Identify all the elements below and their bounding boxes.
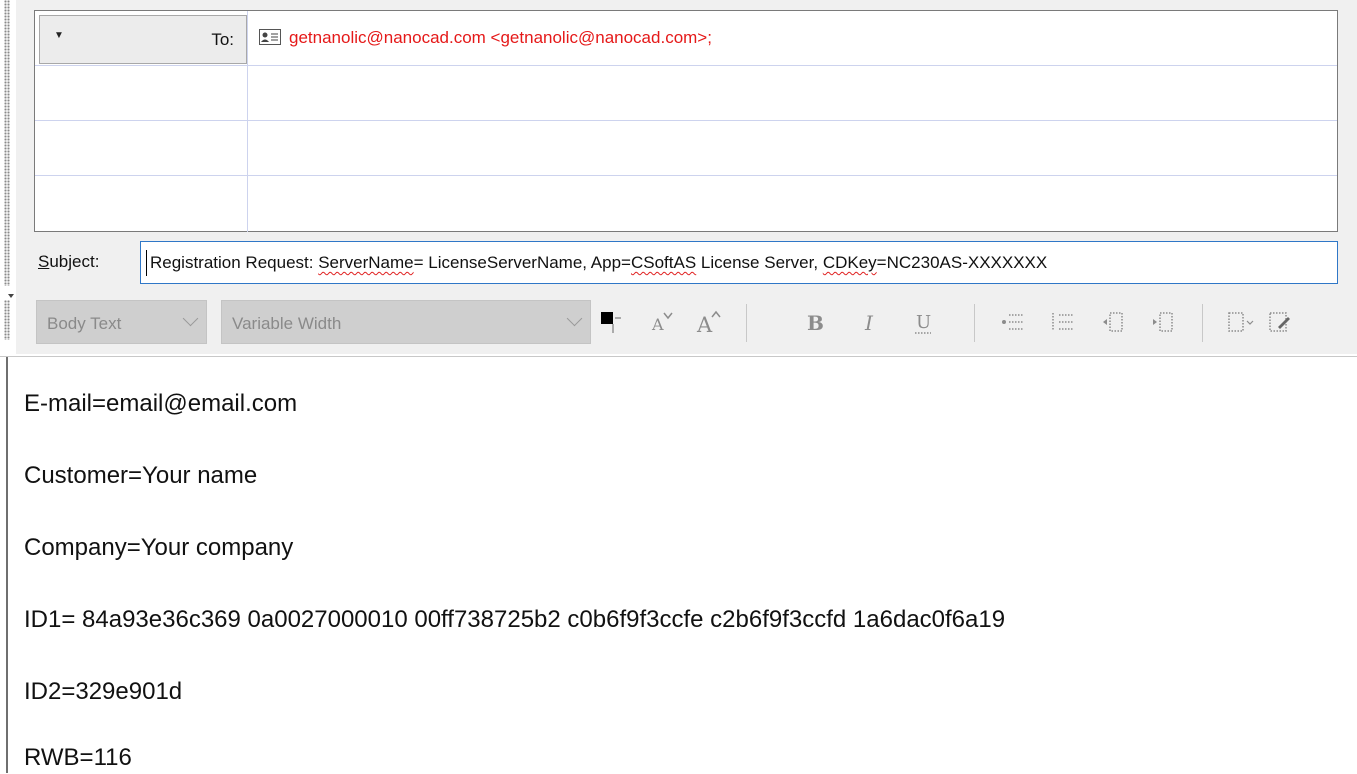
increase-indent-icon [1153, 312, 1173, 332]
subject-segment: =NC230AS-XXXXXXX [876, 253, 1048, 272]
numbering-button[interactable] [1046, 304, 1080, 340]
font-color-icon [601, 312, 621, 333]
numbering-icon [1052, 313, 1073, 331]
decrease-indent-icon [1103, 312, 1123, 332]
subject-label-accesskey: S [38, 252, 50, 271]
underline-icon: U [915, 312, 931, 334]
recipient-type-cell: ▼ To: [35, 11, 248, 65]
toolbar-chevron-icon[interactable] [8, 294, 14, 298]
insert-button[interactable] [1262, 304, 1296, 340]
body-line-company: Company=Your company [24, 534, 294, 561]
body-border [6, 357, 8, 773]
style-select[interactable]: Body Text [36, 300, 207, 344]
bold-icon: B [807, 311, 824, 335]
formatting-grip[interactable] [4, 300, 10, 340]
subject-input[interactable]: Registration Request: ServerName= Licens… [140, 241, 1338, 284]
recipient-row-empty[interactable] [35, 121, 1337, 176]
recipient-type-cell [35, 66, 248, 120]
subject-label: Subject: [38, 252, 99, 272]
body-line-customer: Customer=Your name [24, 462, 258, 489]
italic-button[interactable]: I [854, 304, 888, 340]
grow-font-button[interactable]: A [692, 304, 726, 340]
toolbar-separator [974, 304, 975, 342]
body-line-id1: ID1= 84a93e36c369 0a0027000010 00ff73872… [24, 606, 1006, 633]
toolbar-separator [746, 304, 747, 342]
recipient-row-empty[interactable] [35, 66, 1337, 121]
toolbar-grip[interactable] [4, 0, 10, 286]
italic-icon: I [864, 311, 874, 335]
contact-card-icon [259, 29, 281, 45]
bullets-button[interactable] [996, 304, 1030, 340]
decrease-indent-button[interactable] [1096, 304, 1130, 340]
formatting-toolbar: Body Text Variable Width A A B I U [16, 292, 1357, 354]
subject-segment-misspelled: CSoftAS [630, 253, 697, 272]
subject-segment-misspelled: ServerName [318, 253, 414, 272]
shrink-font-button[interactable]: A [644, 304, 678, 340]
body-line-id2: ID2=329e901d [24, 678, 183, 705]
insert-icon [1269, 312, 1290, 332]
chevron-down-icon [182, 310, 199, 327]
chevron-down-icon [566, 310, 583, 327]
subject-label-text: ubject: [49, 252, 100, 271]
recipient-type-cell [35, 121, 248, 175]
subject-segment: = LicenseServerName, App= [413, 253, 631, 272]
recipient-row-empty[interactable] [35, 176, 1337, 232]
body-line-rwb: RWB=116 [24, 744, 132, 771]
recipient-row: ▼ To: getnanolic@nanocad.com <getnanolic… [35, 11, 1337, 66]
svg-text:A: A [696, 313, 713, 336]
style-select-value: Body Text [47, 314, 122, 333]
subject-segment-misspelled: CDKey [822, 253, 877, 272]
to-recipient-text: getnanolic@nanocad.com <getnanolic@nanoc… [289, 28, 712, 47]
bullets-icon [1002, 314, 1023, 330]
recipient-type-cell [35, 176, 248, 232]
svg-text:B: B [807, 311, 824, 335]
font-color-button[interactable] [594, 304, 628, 340]
to-button[interactable]: ▼ To: [39, 15, 247, 64]
text-caret [146, 250, 147, 276]
font-select[interactable]: Variable Width [221, 300, 591, 344]
body-line-email: E-mail=email@email.com [24, 390, 298, 417]
dropdown-arrow-icon[interactable]: ▼ [54, 30, 64, 41]
svg-text:I: I [864, 311, 874, 335]
svg-text:U: U [916, 312, 931, 333]
to-label: To: [211, 30, 234, 49]
grow-font-icon: A [696, 310, 721, 336]
toolbar-separator [1202, 304, 1203, 342]
svg-text:A: A [651, 315, 664, 334]
align-button[interactable] [1224, 304, 1258, 340]
shrink-font-icon: A [651, 312, 673, 334]
font-select-value: Variable Width [232, 314, 342, 333]
underline-button[interactable]: U [906, 304, 940, 340]
subject-segment: License Server, [696, 253, 823, 272]
message-body[interactable] [0, 356, 1357, 774]
to-recipient[interactable]: getnanolic@nanocad.com <getnanolic@nanoc… [259, 28, 712, 48]
align-icon [1228, 312, 1254, 332]
recipients-well: ▼ To: getnanolic@nanocad.com <getnanolic… [34, 10, 1338, 232]
subject-value: Registration Request: ServerName= Licens… [150, 253, 1047, 273]
bold-button[interactable]: B [798, 304, 832, 340]
increase-indent-button[interactable] [1146, 304, 1180, 340]
subject-segment: Registration Request: [150, 253, 319, 272]
